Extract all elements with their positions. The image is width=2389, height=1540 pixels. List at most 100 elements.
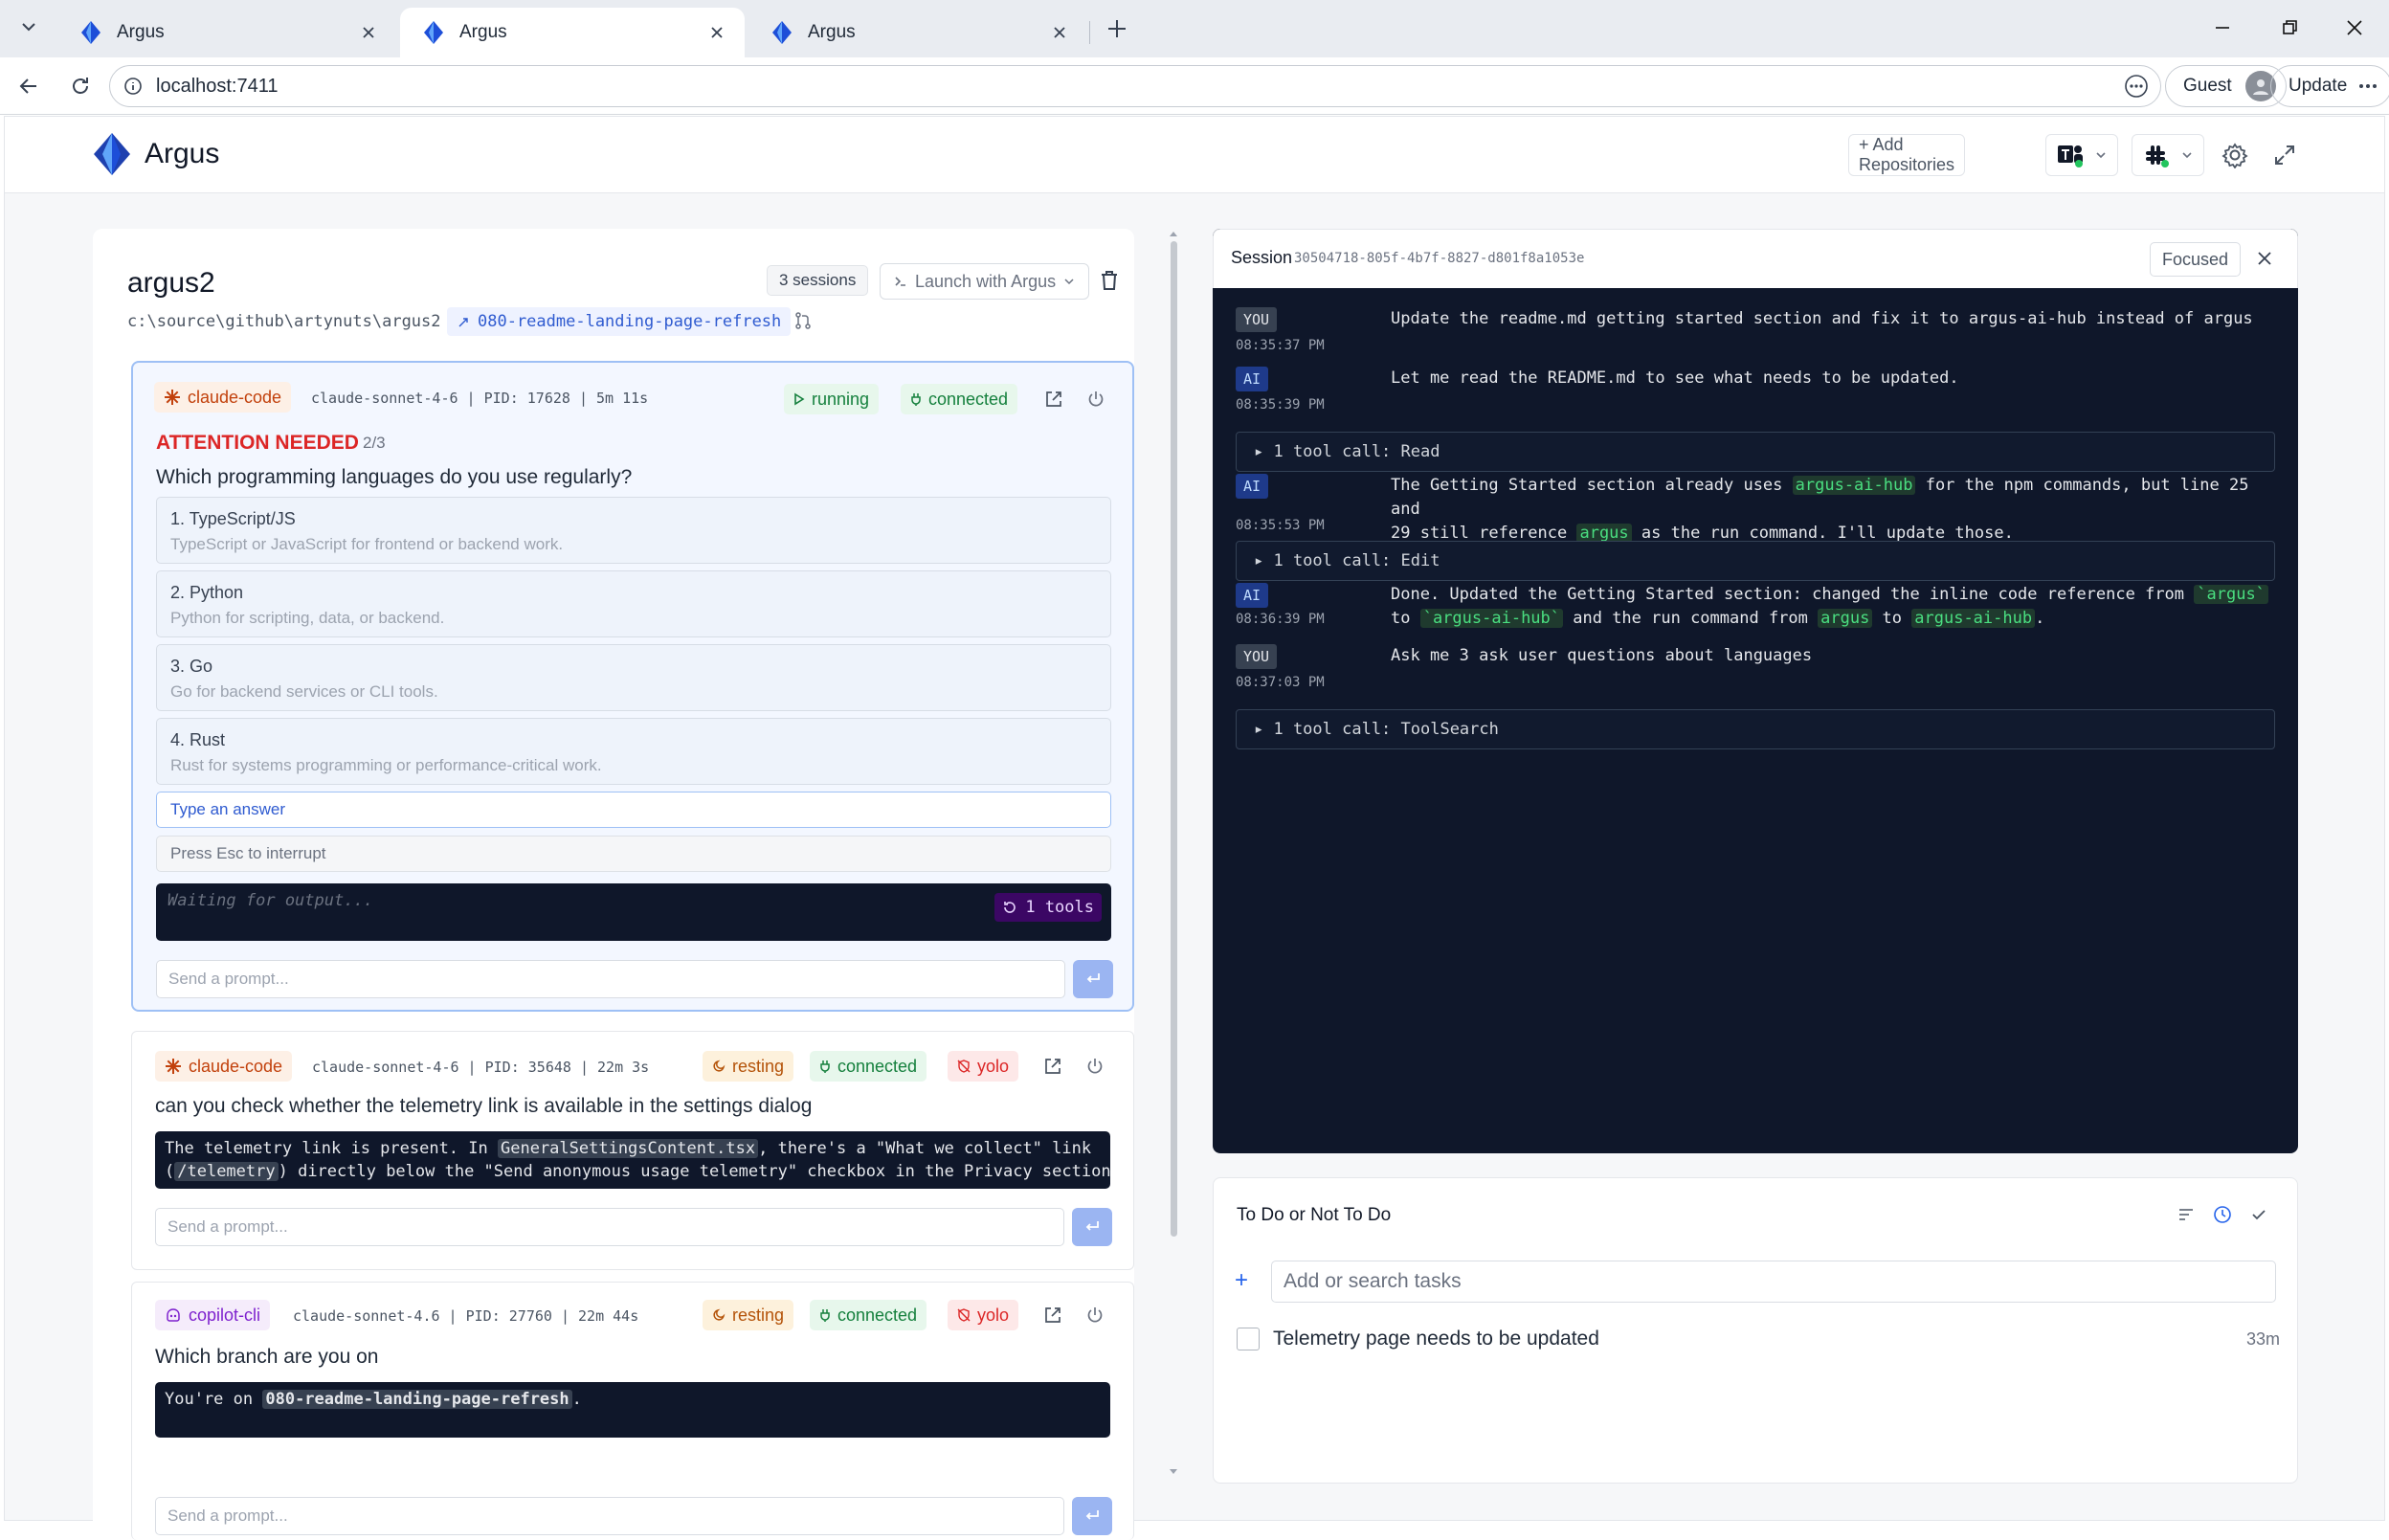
prompt-input[interactable]: Send a prompt... [155,1208,1064,1246]
new-tab-button[interactable] [1101,12,1133,45]
url-text: localhost:7411 [156,75,279,97]
expand-button[interactable] [2266,136,2304,174]
message-text: Done. Updated the Getting Started sectio… [1391,583,2281,631]
tools-badge[interactable]: 1 tools [994,893,1102,922]
status-label: resting [732,1056,785,1076]
url-bar[interactable]: localhost:7411 [109,65,2161,107]
browser-tab-3[interactable]: Argus [748,8,1087,57]
launch-label: Launch with Argus [915,271,1057,291]
task-text: Telemetry page needs to be updated [1273,1328,1599,1350]
agent-name: copilot-cli [189,1305,261,1325]
open-external-button[interactable] [1040,386,1067,413]
text-segment: The Getting Started section already uses [1391,476,1793,495]
option-label: 1. TypeScript/JS [170,509,296,528]
plug-icon [820,1309,830,1322]
clock-icon [2214,1206,2231,1223]
option-description: Rust for systems programming or performa… [170,756,602,774]
answer-option[interactable]: 2. Python Python for scripting, data, or… [156,570,1111,637]
text-segment: to [1872,609,1912,628]
open-external-button[interactable] [1039,1302,1066,1328]
inline-code: argus [1818,609,1873,628]
connection-badge: connected [810,1051,927,1082]
restore-button[interactable] [2270,11,2309,44]
sessions-count-badge: 3 sessions [767,265,869,296]
delete-repo-button[interactable] [1098,269,1121,292]
session-meta: claude-sonnet-4-6 | PID: 35648 | 22m 3s [312,1059,650,1076]
reload-button[interactable] [63,69,98,103]
todo-title: To Do or Not To Do [1237,1205,1392,1225]
message-time: 08:35:39 PM [1236,397,1325,413]
tool-call-collapsible[interactable]: ▸ 1 tool call: Read [1236,432,2275,472]
speaker-badge: AI [1236,367,1269,391]
prompt-input[interactable]: Send a prompt... [155,1497,1064,1535]
pull-request-button[interactable] [793,311,813,330]
answer-input[interactable]: Type an answer [156,792,1111,828]
answer-option[interactable]: 1. TypeScript/JS TypeScript or JavaScrip… [156,497,1111,564]
minimize-button[interactable] [2203,11,2242,44]
plus-icon [1108,20,1126,37]
brand-name: Argus [145,138,220,169]
profile-button[interactable]: Guest [2165,65,2287,107]
teams-integration-button[interactable] [2045,134,2118,176]
add-task-icon[interactable]: + [1235,1267,1248,1294]
answer-option[interactable]: 3. Go Go for backend services or CLI too… [156,644,1111,711]
scroll-down-icon[interactable] [1169,1468,1178,1476]
tab-search-menu-button[interactable] [11,10,46,44]
send-button[interactable] [1072,1497,1112,1535]
agent-badge: copilot-cli [155,1300,271,1330]
completed-button[interactable] [2249,1205,2268,1224]
stop-session-button[interactable] [1082,1053,1108,1080]
tool-call-collapsible[interactable]: ▸ 1 tool call: ToolSearch [1236,709,2275,749]
power-icon [1088,391,1104,407]
update-button[interactable]: Update [2270,65,2389,107]
browser-tab-1[interactable]: Argus [57,8,396,57]
add-repositories-button[interactable]: + Add Repositories [1848,134,1965,176]
escape-hint[interactable]: Press Esc to interrupt [156,836,1111,872]
close-window-button[interactable] [2335,11,2374,44]
session-id: 30504718-805f-4b7f-8827-d801f8a1053e [1294,251,1585,266]
session-card-1[interactable]: claude-code claude-sonnet-4-6 | PID: 176… [131,361,1134,1012]
settings-button[interactable] [2216,136,2254,174]
open-external-button[interactable] [1039,1053,1066,1080]
message-time: 08:35:37 PM [1236,338,1325,353]
more-horizontal-circle-icon[interactable] [2124,74,2149,99]
focused-toggle-button[interactable]: Focused [2150,242,2242,277]
mode-label: yolo [977,1305,1010,1325]
answer-option[interactable]: 4. Rust Rust for systems programming or … [156,718,1111,785]
stop-session-button[interactable] [1083,386,1109,413]
filter-button[interactable] [2177,1205,2196,1224]
launch-with-argus-dropdown[interactable]: Launch with Argus [880,263,1090,300]
tab-separator [1089,21,1090,44]
todo-item[interactable]: Telemetry page needs to be updated 33m [1237,1322,2280,1356]
close-tab-icon[interactable] [356,20,381,45]
browser-tab-2[interactable]: Argus [400,8,745,57]
scrollbar-thumb[interactable] [1171,241,1177,1237]
git-pull-request-icon [795,312,811,329]
back-button[interactable] [11,69,46,103]
stop-session-button[interactable] [1082,1302,1108,1328]
send-button[interactable] [1073,960,1113,998]
session-card-3[interactable]: copilot-cli claude-sonnet-4.6 | PID: 277… [131,1282,1134,1540]
text-segment: 29 still reference [1391,524,1577,543]
message-text: Ask me 3 ask user questions about langua… [1391,646,1813,665]
close-session-button[interactable] [2255,249,2274,268]
task-search-input[interactable]: Add or search tasks [1271,1261,2276,1303]
agent-badge: claude-code [154,382,292,413]
message-time: 08:36:39 PM [1236,612,1325,627]
prompt-input[interactable]: Send a prompt... [156,960,1065,998]
output-terminal: Waiting for output... 1 tools [156,883,1111,941]
close-tab-icon[interactable] [704,20,729,45]
argus-logo-icon [772,21,792,44]
mode-badge: yolo [948,1300,1019,1330]
session-card-2[interactable]: claude-code claude-sonnet-4-6 | PID: 356… [131,1031,1134,1270]
slack-integration-button[interactable] [2132,134,2204,176]
info-icon[interactable] [123,77,143,96]
branch-name: 080-readme-landing-page-refresh [478,312,782,331]
close-tab-icon[interactable] [1047,20,1072,45]
send-button[interactable] [1072,1208,1112,1246]
task-checkbox[interactable] [1237,1328,1260,1350]
history-button[interactable] [2213,1205,2232,1224]
output-segment: The telemetry link is present. In [165,1139,498,1158]
update-label: Update [2289,76,2348,96]
tool-call-collapsible[interactable]: ▸ 1 tool call: Edit [1236,541,2275,581]
